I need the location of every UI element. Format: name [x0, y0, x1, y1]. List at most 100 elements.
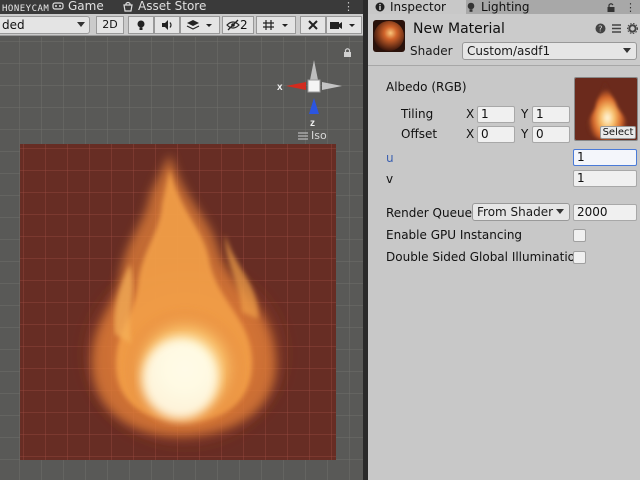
tab-game-label: Game	[68, 0, 104, 13]
header-icons: ?	[595, 23, 638, 34]
tiling-x-field[interactable]: 1	[477, 106, 515, 123]
albedo-label: Albedo (RGB)	[386, 80, 467, 94]
render-queue-mode: From Shader	[477, 205, 554, 219]
offset-x-value: 0	[481, 127, 489, 141]
gear-icon[interactable]	[627, 23, 638, 34]
info-icon	[375, 2, 385, 12]
eye-slash-icon	[226, 19, 240, 31]
shader-dropdown[interactable]: Custom/asdf1	[462, 42, 637, 60]
game-icon	[52, 2, 64, 10]
offset-y-label: Y	[521, 127, 529, 141]
preset-icon[interactable]	[611, 23, 622, 34]
shader-label: Shader	[410, 44, 453, 58]
camera-dropdown[interactable]	[326, 16, 362, 34]
projection-toggle[interactable]: Iso	[298, 129, 327, 142]
tiling-y-value: 1	[536, 107, 544, 121]
u-label: u	[386, 151, 394, 165]
tiling-label: Tiling	[401, 107, 434, 121]
effects-dropdown[interactable]	[180, 16, 220, 34]
hidden-objects-button[interactable]: 2	[222, 16, 254, 34]
gpu-instancing-checkbox[interactable]	[573, 229, 586, 242]
gizmo-z-label: z	[310, 118, 315, 129]
tab-inspector-label: Inspector	[390, 0, 446, 14]
chevron-down-icon	[623, 48, 631, 53]
chevron-down-icon	[77, 22, 85, 27]
material-name: New Material	[413, 21, 505, 37]
gizmo-center-cube[interactable]	[307, 79, 321, 93]
shader-value: Custom/asdf1	[467, 44, 551, 58]
double-sided-gi-checkbox[interactable]	[573, 251, 586, 264]
lock-icon[interactable]	[343, 47, 352, 58]
v-label: v	[386, 172, 394, 186]
lightbulb-icon	[467, 2, 475, 12]
iso-lines-icon	[298, 132, 308, 139]
lightbulb-icon	[137, 20, 145, 30]
u-value: 1	[577, 150, 585, 164]
gizmo-x-label: x	[277, 82, 283, 93]
render-queue-label: Render Queue	[386, 206, 472, 220]
scene-toolbar: ded 2D 2	[0, 14, 366, 36]
render-queue-mode-dropdown[interactable]: From Shader	[472, 203, 570, 221]
offset-y-value: 0	[536, 127, 544, 141]
tab-inspector[interactable]: Inspector	[368, 0, 466, 14]
tiling-x-label: X	[466, 107, 475, 121]
u-field[interactable]: 1	[573, 149, 637, 166]
svg-text:?: ?	[598, 25, 602, 34]
help-icon[interactable]: ?	[595, 23, 606, 34]
render-queue-value: 2000	[577, 205, 608, 219]
inspector-tabbar: Inspector Lighting ⋮	[368, 0, 640, 14]
hidden-objects-count: 2	[240, 18, 248, 32]
projection-label: Iso	[311, 129, 327, 142]
gizmo-neg-x-cone[interactable]	[322, 82, 342, 90]
inspector-menu-icon[interactable]: ⋮	[625, 1, 636, 14]
tiling-x-value: 1	[481, 107, 489, 121]
tab-lighting-label: Lighting	[481, 0, 530, 14]
scene-panel: HONEYCAM Game Asset Store ⋮ ded 2D 2 x z…	[0, 0, 366, 480]
lock-icon[interactable]	[606, 2, 616, 13]
offset-y-field[interactable]: 0	[532, 126, 570, 143]
fire-quad[interactable]	[20, 144, 336, 460]
scene-tabbar: HONEYCAM Game Asset Store ⋮	[0, 0, 366, 14]
chevron-down-icon	[556, 209, 564, 214]
shading-mode-value: ded	[2, 18, 25, 32]
tab-game[interactable]: Game	[52, 0, 104, 13]
inspector-tab-icons: ⋮	[606, 0, 636, 14]
speaker-icon	[161, 20, 172, 30]
fire-texture	[75, 154, 295, 454]
inspector-panel: Inspector Lighting ⋮ New Material ? Shad…	[368, 0, 640, 480]
grid-snap-dropdown[interactable]	[256, 16, 296, 34]
tools-icon	[308, 20, 318, 30]
tools-button[interactable]	[300, 16, 326, 34]
material-preview-thumbnail	[373, 20, 405, 52]
offset-x-label: X	[466, 127, 475, 141]
tiling-y-label: Y	[521, 107, 529, 121]
material-header: New Material ? Shader Custom/asdf1	[368, 14, 640, 66]
tab-asset-store-label: Asset Store	[138, 0, 207, 13]
gizmo-z-cone[interactable]	[309, 98, 319, 114]
toggle-2d-label: 2D	[102, 18, 118, 31]
v-field[interactable]: 1	[573, 170, 637, 187]
render-queue-field[interactable]: 2000	[573, 204, 637, 221]
lighting-toggle-button[interactable]	[128, 16, 154, 34]
offset-label: Offset	[401, 127, 438, 141]
offset-x-field[interactable]: 0	[477, 126, 515, 143]
tiling-y-field[interactable]: 1	[532, 106, 570, 123]
toggle-2d-button[interactable]: 2D	[96, 16, 124, 34]
material-sphere-preview	[374, 21, 404, 51]
gpu-instancing-label: Enable GPU Instancing	[386, 228, 523, 242]
double-sided-gi-label: Double Sided Global Illumination	[386, 250, 583, 264]
texture-select-button[interactable]: Select	[600, 126, 636, 139]
v-value: 1	[577, 171, 585, 185]
gizmo-y-cone[interactable]	[310, 60, 318, 80]
orientation-gizmo[interactable]: x z	[276, 56, 346, 132]
tab-asset-store[interactable]: Asset Store	[122, 0, 206, 13]
gizmo-x-cone[interactable]	[286, 82, 306, 90]
albedo-texture-slot[interactable]: Select	[574, 77, 638, 141]
unity-editor: HONEYCAM Game Asset Store ⋮ ded 2D 2 x z…	[0, 0, 640, 480]
tab-lighting[interactable]: Lighting	[466, 0, 530, 14]
store-icon	[123, 1, 133, 12]
shading-mode-dropdown[interactable]: ded	[0, 16, 90, 34]
audio-toggle-button[interactable]	[154, 16, 180, 34]
scene-menu-icon[interactable]: ⋮	[343, 0, 354, 14]
texture-select-label: Select	[602, 127, 634, 138]
